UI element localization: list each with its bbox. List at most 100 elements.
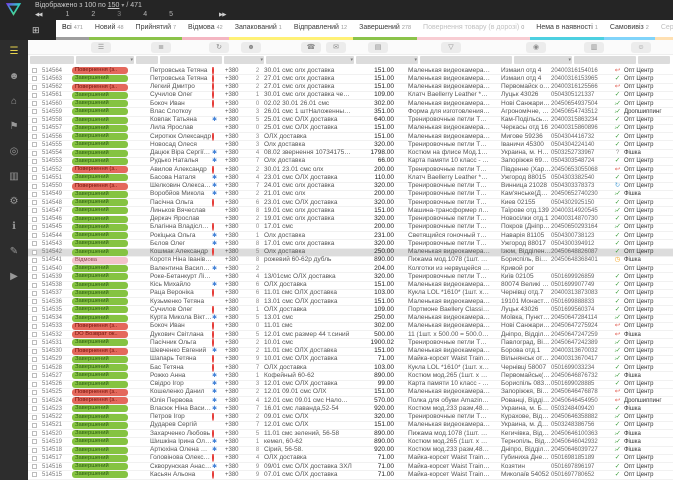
client-phone[interactable]: +380 (225, 413, 251, 421)
client-phone[interactable]: +380 (225, 430, 251, 438)
client-phone[interactable]: +380 (225, 124, 251, 132)
row-checkbox[interactable] (32, 117, 37, 123)
client-phone[interactable]: +380 (225, 281, 251, 289)
tab-відправлений[interactable]: Відправлений 12 (287, 20, 354, 40)
column-filter-input[interactable] (420, 56, 512, 64)
client-phone[interactable]: +380 (225, 174, 251, 182)
sidebar-item-marketing[interactable]: ◎ (6, 146, 22, 158)
client-phone[interactable]: +380 (225, 248, 251, 256)
product-icon[interactable]: ▽ (441, 42, 461, 53)
column-filter-input[interactable] (136, 56, 158, 64)
tab-завершений[interactable]: Завершений 278 (353, 20, 418, 40)
client-phone[interactable]: +380 (225, 91, 251, 99)
sidebar-item-clients[interactable]: ☻ (6, 71, 22, 83)
row-checkbox[interactable] (32, 134, 37, 140)
client-phone[interactable]: +380 (225, 298, 251, 306)
tab-сервіси[interactable]: Сервіси0 (654, 20, 673, 40)
client-phone[interactable]: +380 (225, 265, 251, 273)
client-phone[interactable]: +380 (225, 331, 251, 339)
row-checkbox[interactable] (32, 406, 37, 412)
row-checkbox[interactable] (32, 381, 37, 387)
row-checkbox[interactable] (32, 414, 37, 420)
row-checkbox[interactable] (32, 125, 37, 131)
client-phone[interactable]: +380 (225, 388, 251, 396)
sidebar-item-docs[interactable]: ✎ (6, 246, 22, 258)
sidebar-item-video[interactable]: ▶ (6, 271, 22, 283)
column-filter-input[interactable] (160, 56, 222, 64)
call-status-icon[interactable]: ↻ (209, 42, 229, 53)
row-checkbox[interactable] (32, 373, 37, 379)
client-phone[interactable]: +380 (225, 75, 251, 83)
client-phone[interactable]: +380 (225, 190, 251, 198)
client-phone[interactable]: +380 (225, 372, 251, 380)
row-checkbox[interactable] (32, 315, 37, 321)
row-checkbox[interactable] (32, 224, 37, 230)
tab-всі[interactable]: Всі 471 (56, 20, 89, 40)
row-checkbox[interactable] (32, 274, 37, 280)
column-filter-input[interactable]: ▾ (224, 56, 264, 64)
column-filter-input[interactable] (30, 56, 74, 64)
clients-icon[interactable]: ☻ (241, 42, 261, 53)
client-phone[interactable]: +380 (225, 364, 251, 372)
row-checkbox[interactable] (32, 142, 37, 148)
client-phone[interactable]: +380 (225, 223, 251, 231)
client-phone[interactable]: +380 (225, 289, 251, 297)
row-checkbox[interactable] (32, 92, 37, 98)
client-phone[interactable]: +380 (225, 421, 251, 429)
payment-icon[interactable]: ▤ (368, 42, 388, 53)
client-phone[interactable]: +380 (225, 463, 251, 471)
client-phone[interactable]: +380 (225, 347, 251, 355)
row-checkbox[interactable] (32, 389, 37, 395)
ttn-icon[interactable]: ▥ (584, 42, 604, 53)
row-checkbox[interactable] (32, 447, 37, 453)
row-checkbox[interactable] (32, 398, 37, 404)
row-checkbox[interactable] (32, 150, 37, 156)
column-filter-input[interactable]: ▾ (76, 56, 134, 64)
column-filter-input[interactable] (638, 56, 670, 64)
table-row[interactable]: 514515 Завершений Касьян Альона +380 9 0… (28, 470, 673, 480)
client-phone[interactable]: +380 (225, 166, 251, 174)
column-filter-input[interactable]: ▾ (514, 56, 572, 64)
row-checkbox[interactable] (32, 365, 37, 371)
client-phone[interactable]: +380 (225, 232, 251, 240)
row-checkbox[interactable] (32, 158, 37, 164)
row-checkbox[interactable] (32, 464, 37, 470)
shown-range[interactable]: Відображено з 100 по 150 ▾ / 471 (35, 2, 142, 9)
client-phone[interactable]: +380 (225, 157, 251, 165)
row-checkbox[interactable] (32, 282, 37, 288)
tab-самовивіз[interactable]: Самовивіз 2 (603, 20, 655, 40)
row-checkbox[interactable] (32, 455, 37, 461)
client-phone[interactable]: +380 (225, 314, 251, 322)
page-number[interactable]: 3 (117, 11, 121, 18)
row-checkbox[interactable] (32, 208, 37, 214)
orders-icon[interactable]: ☰ (91, 42, 111, 53)
row-checkbox[interactable] (32, 422, 37, 428)
row-checkbox[interactable] (32, 241, 37, 247)
client-phone[interactable]: +380 (225, 405, 251, 413)
client-phone[interactable]: +380 (225, 83, 251, 91)
first-page-icon[interactable]: ◀◀ (35, 12, 43, 18)
client-phone[interactable]: +380 (225, 322, 251, 330)
client-phone[interactable]: +380 (225, 215, 251, 223)
client-phone[interactable]: +380 (225, 149, 251, 157)
page-number[interactable]: 4 (143, 11, 147, 18)
row-checkbox[interactable] (32, 332, 37, 338)
sidebar-item-warehouse[interactable]: ⌂ (6, 96, 22, 108)
client-phone[interactable]: +380 (225, 100, 251, 108)
sidebar-item-orders[interactable]: ☰ (6, 46, 22, 58)
client-phone[interactable]: +380 (225, 339, 251, 347)
row-checkbox[interactable] (32, 101, 37, 107)
row-checkbox[interactable] (32, 356, 37, 362)
columns-settings-icon[interactable]: ⊞ (32, 25, 40, 36)
row-checkbox[interactable] (32, 175, 37, 181)
row-checkbox[interactable] (32, 340, 37, 346)
tags-icon[interactable]: ≣ (151, 42, 171, 53)
manager-icon[interactable]: ☺ (631, 42, 651, 53)
phone-icon[interactable]: ☎ (301, 42, 321, 53)
row-checkbox[interactable] (32, 191, 37, 197)
column-filter-input[interactable]: ▾ (356, 56, 418, 64)
row-checkbox[interactable] (32, 307, 37, 313)
client-phone[interactable]: +380 (225, 133, 251, 141)
page-number[interactable]: 1 (65, 11, 69, 18)
client-phone[interactable]: +380 (225, 273, 251, 281)
